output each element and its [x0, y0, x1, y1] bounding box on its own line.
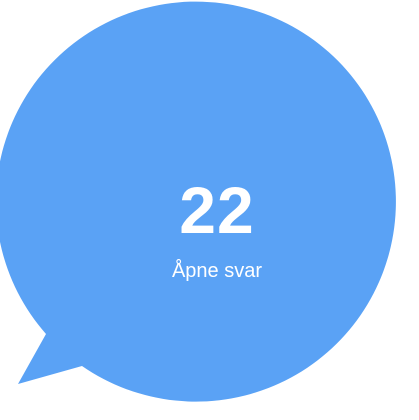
open-answers-widget[interactable]: 22 Åpne svar: [0, 0, 419, 420]
open-answers-label: Åpne svar: [171, 260, 263, 282]
open-answers-count: 22: [179, 173, 255, 247]
